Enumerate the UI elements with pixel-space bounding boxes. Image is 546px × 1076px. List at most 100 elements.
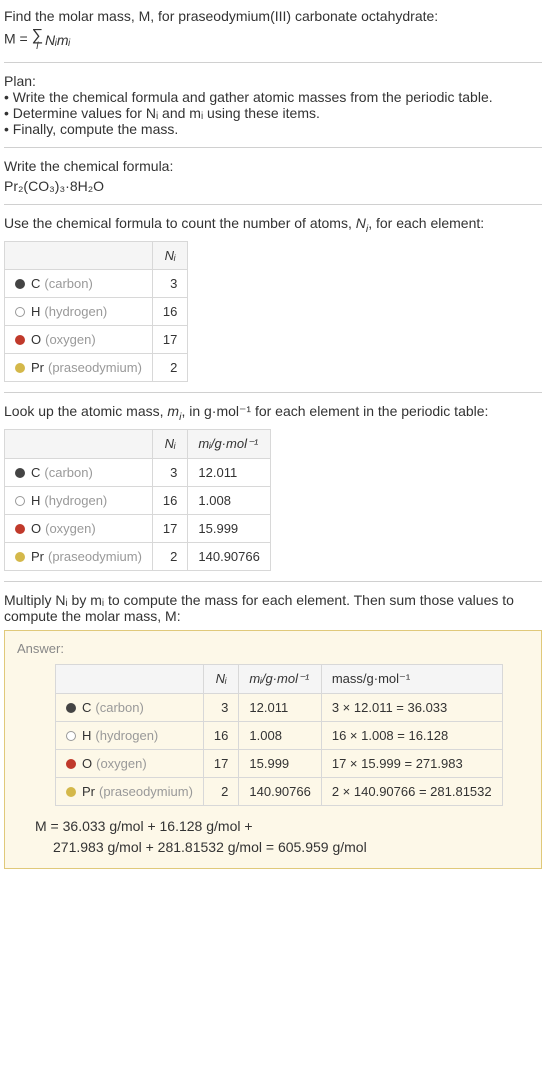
table-row: Pr (praseodymium) 2140.907662 × 140.90766 …: [56, 777, 503, 805]
atomic-mass: 12.011: [188, 458, 270, 486]
atom-count: 3: [152, 458, 187, 486]
plan-item: • Finally, compute the mass.: [4, 121, 542, 137]
molar-mass-formula: M = ∑iNᵢmᵢ: [4, 28, 542, 52]
count-atoms-heading: Use the chemical formula to count the nu…: [4, 215, 542, 235]
element-name: (praseodymium): [48, 549, 142, 564]
element-name: (praseodymium): [48, 360, 142, 375]
element-dot-icon: [66, 731, 76, 741]
atomic-mass: 15.999: [188, 514, 270, 542]
table-row: H (hydrogen) 16: [5, 297, 188, 325]
element-symbol: O: [31, 521, 41, 536]
atomic-mass: 140.90766: [188, 542, 270, 570]
atom-count: 17: [152, 514, 187, 542]
lookup-heading-a: Look up the atomic mass,: [4, 403, 167, 419]
atomic-mass: 15.999: [239, 749, 321, 777]
atom-count: 2: [152, 542, 187, 570]
formula-lhs: M =: [4, 31, 32, 47]
atom-count: 16: [203, 721, 238, 749]
element-dot-icon: [15, 468, 25, 478]
atomic-mass: 12.011: [239, 693, 321, 721]
atom-count: 16: [152, 486, 187, 514]
divider: [4, 204, 542, 205]
element-dot-icon: [15, 307, 25, 317]
m-header: mᵢ/g·mol⁻¹: [188, 429, 270, 458]
count-heading-b: , for each element:: [368, 215, 484, 231]
atom-count: 3: [152, 269, 187, 297]
element-symbol: H: [82, 728, 91, 743]
mass-calc: 3 × 12.011 = 36.033: [321, 693, 502, 721]
divider: [4, 581, 542, 582]
final-calculation: M = 36.033 g/mol + 16.128 g/mol + 271.98…: [35, 816, 529, 858]
table-row: Pr (praseodymium) 2: [5, 353, 188, 381]
element-symbol: Pr: [82, 784, 95, 799]
element-symbol: O: [82, 756, 92, 771]
atom-count: 2: [152, 353, 187, 381]
divider: [4, 62, 542, 63]
table-row: C (carbon) 312.011: [5, 458, 271, 486]
atom-count: 2: [203, 777, 238, 805]
blank-header: [5, 241, 153, 269]
n-header: Nᵢ: [203, 664, 238, 693]
sigma-icon: ∑i: [32, 28, 43, 52]
atom-count: 17: [152, 325, 187, 353]
element-name: (carbon): [44, 465, 92, 480]
mass-header: mass/g·mol⁻¹: [321, 664, 502, 693]
count-heading-a: Use the chemical formula to count the nu…: [4, 215, 356, 231]
element-dot-icon: [15, 524, 25, 534]
n-header: Nᵢ: [152, 241, 187, 269]
blank-header: [5, 429, 153, 458]
plan-item: • Write the chemical formula and gather …: [4, 89, 542, 105]
write-formula-heading: Write the chemical formula:: [4, 158, 542, 174]
element-dot-icon: [66, 759, 76, 769]
final-line-1: M = 36.033 g/mol + 16.128 g/mol +: [35, 816, 529, 837]
divider: [4, 147, 542, 148]
atomic-mass: 140.90766: [239, 777, 321, 805]
element-name: (hydrogen): [44, 304, 107, 319]
mass-calc: 17 × 15.999 = 271.983: [321, 749, 502, 777]
formula-rhs: Nᵢmᵢ: [45, 32, 70, 48]
element-name: (oxygen): [96, 756, 147, 771]
element-symbol: O: [31, 332, 41, 347]
final-line-2: 271.983 g/mol + 281.81532 g/mol = 605.95…: [53, 837, 529, 858]
answer-label: Answer:: [17, 641, 529, 656]
element-symbol: C: [82, 700, 91, 715]
problem-title: Find the molar mass, M, for praseodymium…: [4, 8, 542, 24]
table-header-row: Nᵢ: [5, 241, 188, 269]
atomic-mass: 1.008: [188, 486, 270, 514]
element-dot-icon: [15, 363, 25, 373]
element-name: (carbon): [95, 700, 143, 715]
table-row: C (carbon) 3: [5, 269, 188, 297]
n-header: Nᵢ: [152, 429, 187, 458]
atom-count: 17: [203, 749, 238, 777]
plan-heading: Plan:: [4, 73, 542, 89]
table-header-row: Nᵢ mᵢ/g·mol⁻¹ mass/g·mol⁻¹: [56, 664, 503, 693]
mass-calc: 2 × 140.90766 = 281.81532: [321, 777, 502, 805]
element-symbol: C: [31, 276, 40, 291]
blank-header: [56, 664, 204, 693]
table-row: C (carbon) 312.0113 × 12.011 = 36.033: [56, 693, 503, 721]
element-dot-icon: [15, 496, 25, 506]
lookup-heading-b: , in g·mol⁻¹ for each element in the per…: [181, 403, 488, 419]
m-header: mᵢ/g·mol⁻¹: [239, 664, 321, 693]
element-name: (carbon): [44, 276, 92, 291]
element-symbol: H: [31, 304, 40, 319]
table-row: Pr (praseodymium) 2140.90766: [5, 542, 271, 570]
atomic-mass: 1.008: [239, 721, 321, 749]
element-name: (oxygen): [45, 332, 96, 347]
table-row: O(oxygen)1715.999: [5, 514, 271, 542]
atom-count: 3: [203, 693, 238, 721]
answer-box: Answer: Nᵢ mᵢ/g·mol⁻¹ mass/g·mol⁻¹ C (car…: [4, 630, 542, 869]
atomic-mass-table: Nᵢ mᵢ/g·mol⁻¹ C(carbon)312.011 H(hydroge…: [4, 429, 271, 571]
element-dot-icon: [66, 703, 76, 713]
table-row: O (oxygen) 17: [5, 325, 188, 353]
element-symbol: Pr: [31, 549, 44, 564]
element-symbol: Pr: [31, 360, 44, 375]
element-symbol: C: [31, 465, 40, 480]
element-name: (hydrogen): [95, 728, 158, 743]
atom-count: 16: [152, 297, 187, 325]
element-name: (hydrogen): [44, 493, 107, 508]
element-dot-icon: [15, 279, 25, 289]
table-row: H(hydrogen)161.008: [5, 486, 271, 514]
element-name: (praseodymium): [99, 784, 193, 799]
table-row: H(hydrogen)161.00816 × 1.008 = 16.128: [56, 721, 503, 749]
